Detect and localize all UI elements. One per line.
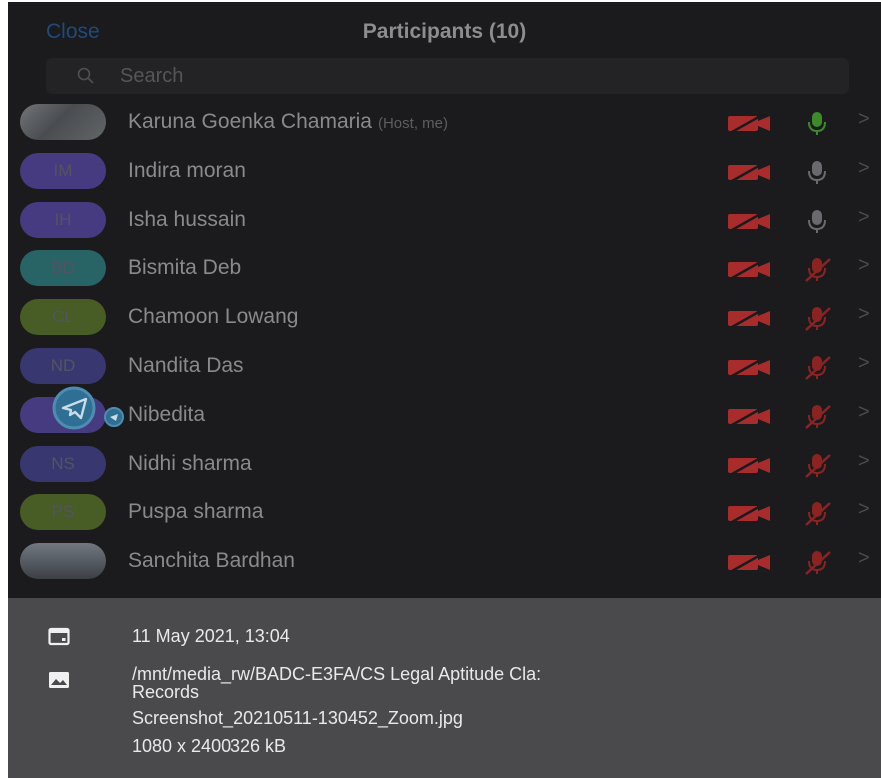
participant-name-text: Nidhi sharma <box>128 451 252 475</box>
participant-name-text: Sanchita Bardhan <box>128 549 295 573</box>
avatar-initials: ND <box>50 355 76 375</box>
chevron-right-icon[interactable]: > <box>858 206 870 229</box>
participant-name: Nandita Das <box>128 354 244 378</box>
file-name: Screenshot_20210511-130452_Zoom.jpg <box>132 708 463 728</box>
mic-icon[interactable] <box>802 158 832 186</box>
participant-name: Karuna Goenka Chamaria (Host, me) <box>128 110 448 134</box>
file-size: 326 kB <box>230 736 287 756</box>
participant-row[interactable]: NS Nidhi sharma > <box>8 440 881 489</box>
video-off-icon[interactable] <box>726 161 772 183</box>
video-off-icon[interactable] <box>726 258 772 280</box>
mic-muted-icon[interactable] <box>802 548 832 576</box>
participant-row[interactable]: Nibedita > <box>8 391 881 440</box>
chevron-right-icon[interactable]: > <box>858 547 870 570</box>
participant-name: Nidhi sharma <box>128 452 252 476</box>
avatar: ND <box>20 347 106 384</box>
avatar: IM <box>20 152 106 189</box>
mic-muted-icon[interactable] <box>802 353 832 381</box>
participant-name: Sanchita Bardhan <box>128 549 295 573</box>
video-off-icon[interactable] <box>726 551 772 573</box>
chevron-right-icon[interactable]: > <box>858 498 870 521</box>
avatar: PS <box>20 494 106 531</box>
avatar <box>20 104 106 140</box>
search-icon <box>77 67 94 84</box>
participant-row[interactable]: IM Indira moran > <box>8 147 881 196</box>
participant-role: (Host, me) <box>377 115 448 132</box>
video-off-icon[interactable] <box>726 356 772 378</box>
search-placeholder: Search <box>120 65 184 87</box>
participant-name: Chamoon Lowang <box>128 305 298 329</box>
participant-name-text: Karuna Goenka Chamaria <box>128 110 372 133</box>
mic-muted-icon[interactable] <box>802 402 832 430</box>
participant-row[interactable]: PS Puspa sharma > <box>8 488 881 537</box>
participant-name: Nibedita <box>128 403 205 427</box>
avatar-initials: PS <box>51 502 75 522</box>
participant-row[interactable]: Sanchita Bardhan > <box>8 537 881 586</box>
mic-icon[interactable] <box>802 207 832 235</box>
participant-name-text: Chamoon Lowang <box>128 305 299 329</box>
participant-row[interactable]: ND Nandita Das > <box>8 342 881 391</box>
participant-name-text: Indira moran <box>128 158 246 182</box>
avatar-initials: CL <box>52 307 74 327</box>
chevron-right-icon[interactable]: > <box>858 401 870 424</box>
participant-row[interactable]: IH Isha hussain > <box>8 196 881 245</box>
participant-name: Isha hussain <box>128 208 246 232</box>
avatar: CL <box>20 299 106 336</box>
chevron-right-icon[interactable]: > <box>858 352 870 375</box>
participant-name: Indira moran <box>128 159 246 183</box>
file-info-panel: 11 May 2021, 13:04 /mnt/media_rw/BADC-E3… <box>8 598 881 778</box>
avatar: BD <box>20 250 106 287</box>
participant-name-text: Nibedita <box>128 402 206 426</box>
mic-muted-icon[interactable] <box>802 451 832 479</box>
header: Close Participants (10) <box>8 2 881 58</box>
avatar-initials: IM <box>53 160 73 180</box>
chevron-right-icon[interactable]: > <box>858 108 870 131</box>
video-off-icon[interactable] <box>726 112 772 134</box>
participant-name-text: Bismita Deb <box>128 256 242 280</box>
participant-row[interactable]: Karuna Goenka Chamaria (Host, me) > <box>8 98 881 147</box>
participant-row[interactable]: CL Chamoon Lowang > <box>8 293 881 342</box>
video-off-icon[interactable] <box>726 405 772 427</box>
video-off-icon[interactable] <box>726 307 772 329</box>
avatar-initials: BD <box>51 258 75 278</box>
chevron-right-icon[interactable]: > <box>858 254 870 277</box>
avatar-initials: IH <box>54 209 72 229</box>
file-path-continued: Records <box>132 682 200 702</box>
video-off-icon[interactable] <box>726 502 772 524</box>
calendar-icon <box>48 627 70 646</box>
telegram-overlay-icon[interactable] <box>34 384 130 432</box>
participant-row[interactable]: BD Bismita Deb > <box>8 244 881 293</box>
mic-muted-icon[interactable] <box>802 255 832 283</box>
mic-muted-icon[interactable] <box>802 499 832 527</box>
mic-muted-icon[interactable] <box>802 304 832 332</box>
participant-name-text: Puspa sharma <box>128 500 264 524</box>
avatar: NS <box>20 445 106 482</box>
avatar-initials: NS <box>51 453 75 473</box>
participant-name: Bismita Deb <box>128 256 241 280</box>
participant-name: Puspa sharma <box>128 500 263 524</box>
file-date: 11 May 2021, 13:04 <box>132 626 290 646</box>
avatar <box>20 543 106 580</box>
participant-name-text: Isha hussain <box>128 207 246 231</box>
participant-name-text: Nandita Das <box>128 353 244 377</box>
avatar: IH <box>20 201 106 238</box>
video-off-icon[interactable] <box>726 210 772 232</box>
mic-icon[interactable] <box>802 109 832 137</box>
participant-list: Karuna Goenka Chamaria (Host, me) > IM Indir… <box>8 98 881 586</box>
chevron-right-icon[interactable]: > <box>858 157 870 180</box>
image-dimensions: 1080 x 2400 <box>132 736 232 756</box>
video-off-icon[interactable] <box>726 454 772 476</box>
page-title: Participants (10) <box>362 20 527 43</box>
chevron-right-icon[interactable]: > <box>858 303 870 326</box>
chevron-right-icon[interactable]: > <box>858 450 870 473</box>
participants-panel: Close Participants (10) Search Karuna Go… <box>8 2 881 778</box>
image-icon <box>49 672 69 688</box>
search-input[interactable]: Search <box>46 58 849 94</box>
